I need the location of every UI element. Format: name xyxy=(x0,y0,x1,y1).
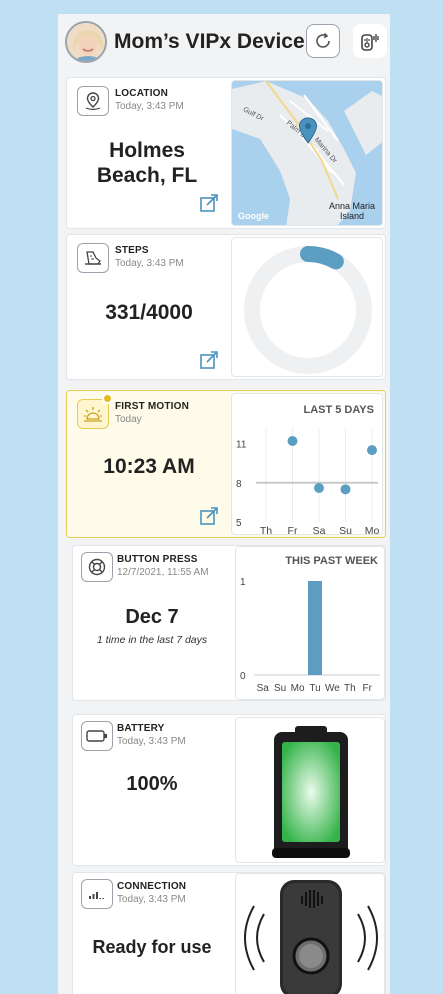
motion-icon xyxy=(77,399,109,429)
motion-chart-panel: LAST 5 DAYS 5 8 11 Th Fr Sa Su Mo xyxy=(231,393,383,535)
chart-tick-label: 0 xyxy=(240,671,246,682)
button-press-chart: 0 1 Sa Su Mo Tu We Th Fr xyxy=(240,577,380,694)
chart-tick-label: Mo xyxy=(291,683,305,694)
device-sound-icon xyxy=(361,34,379,51)
steps-title: STEPS xyxy=(115,245,149,256)
motion-timestamp: Today xyxy=(115,414,142,425)
steps-card[interactable]: STEPS Today, 3:43 PM 331/4000 xyxy=(66,234,386,380)
battery-card[interactable]: BATTERY Today, 3:43 PM 100% xyxy=(72,714,386,866)
chart-tick-label: 1 xyxy=(240,577,246,588)
chart-tick-label: Th xyxy=(260,525,272,535)
chart-tick-label: Fr xyxy=(288,525,298,535)
motion-title: FIRST MOTION xyxy=(115,401,190,412)
steps-icon xyxy=(77,243,109,273)
lifebuoy-icon xyxy=(81,552,113,582)
chart-tick-label: Mo xyxy=(365,525,380,535)
connection-timestamp: Today, 3:43 PM xyxy=(117,894,186,905)
motion-chart-title: LAST 5 DAYS xyxy=(303,404,374,416)
battery-value: 100% xyxy=(126,773,178,795)
first-motion-card[interactable]: FIRST MOTION Today 10:23 AM LAST 5 DAYS … xyxy=(66,390,386,538)
external-link-icon[interactable] xyxy=(199,193,219,213)
button-press-note: 1 time in the last 7 days xyxy=(96,634,208,646)
battery-visual-panel xyxy=(235,717,385,863)
external-link-icon[interactable] xyxy=(199,350,219,370)
location-card[interactable]: LOCATION Today, 3:43 PM Holmes Beach, FL… xyxy=(66,77,386,229)
page-title: Mom’s VIPx Device xyxy=(114,30,305,53)
refresh-button[interactable] xyxy=(306,24,340,58)
steps-progress-panel xyxy=(231,237,383,377)
location-icon xyxy=(77,86,109,116)
location-map[interactable]: Gulf Dr Palm Dr Marina Dr Google Anna Ma… xyxy=(231,80,383,226)
chart-tick-label: Tu xyxy=(309,683,320,694)
steps-value: 331/4000 xyxy=(105,301,193,324)
header: Mom’s VIPx Device xyxy=(58,14,390,74)
chart-tick-label: 5 xyxy=(236,518,242,529)
map-pin-icon xyxy=(298,117,318,144)
device-graphic xyxy=(244,880,378,994)
button-press-timestamp: 12/7/2021, 11:55 AM xyxy=(117,567,209,578)
chart-point xyxy=(314,483,324,494)
chart-tick-label: Su xyxy=(339,525,352,535)
location-title: LOCATION xyxy=(115,88,169,99)
location-state: Beach, FL xyxy=(96,164,198,187)
location-city: Holmes xyxy=(109,139,185,162)
connection-title: CONNECTION xyxy=(117,881,187,892)
button-press-chart-panel: THIS PAST WEEK 0 1 Sa Su Mo Tu We Th Fr xyxy=(235,546,385,700)
battery-timestamp: Today, 3:43 PM xyxy=(117,736,186,747)
chart-point xyxy=(287,435,298,446)
battery-icon xyxy=(81,721,113,751)
button-press-title: BUTTON PRESS xyxy=(117,554,198,565)
map-brand: Google xyxy=(238,211,269,221)
chart-tick-label: 11 xyxy=(236,440,247,451)
device-sound-button[interactable] xyxy=(353,24,387,58)
battery-title: BATTERY xyxy=(117,723,165,734)
signal-icon xyxy=(81,879,113,909)
connection-visual-panel xyxy=(235,873,385,994)
battery-fill xyxy=(282,742,340,842)
chart-tick-label: We xyxy=(325,683,340,694)
chart-tick-label: Th xyxy=(344,683,356,694)
button-press-value: Dec 7 xyxy=(125,606,179,628)
button-press-card[interactable]: BUTTON PRESS 12/7/2021, 11:55 AM Dec 7 1… xyxy=(72,545,386,701)
refresh-icon xyxy=(316,32,330,48)
chart-point xyxy=(340,484,351,495)
avatar[interactable] xyxy=(65,21,107,63)
external-link-icon[interactable] xyxy=(199,506,219,526)
motion-value: 10:23 AM xyxy=(103,455,195,478)
chart-tick-label: Su xyxy=(274,683,286,694)
chart-tick-label: 8 xyxy=(236,479,242,490)
map-place-line: Island xyxy=(339,211,365,221)
steps-progress-ring xyxy=(244,246,372,374)
connection-value: Ready for use xyxy=(92,937,212,957)
connection-card[interactable]: CONNECTION Today, 3:43 PM Ready for use xyxy=(72,872,386,994)
chart-bar xyxy=(308,581,322,675)
app-screen: Mom’s VIPx Device LOCATION Today, 3:43 P… xyxy=(58,14,390,994)
battery-graphic xyxy=(272,726,350,858)
button-press-chart-title: THIS PAST WEEK xyxy=(285,555,378,567)
new-badge xyxy=(102,393,113,404)
chart-tick-label: Sa xyxy=(257,683,270,694)
location-value: Holmes Beach, FL xyxy=(67,138,227,188)
chart-point xyxy=(367,445,377,456)
map-place-line: Anna Maria xyxy=(328,201,376,211)
steps-timestamp: Today, 3:43 PM xyxy=(115,258,184,269)
chart-tick-label: Sa xyxy=(313,525,326,535)
map-place-label: Anna Maria Island xyxy=(322,201,382,221)
location-timestamp: Today, 3:43 PM xyxy=(115,101,184,112)
chart-tick-label: Fr xyxy=(363,683,373,694)
